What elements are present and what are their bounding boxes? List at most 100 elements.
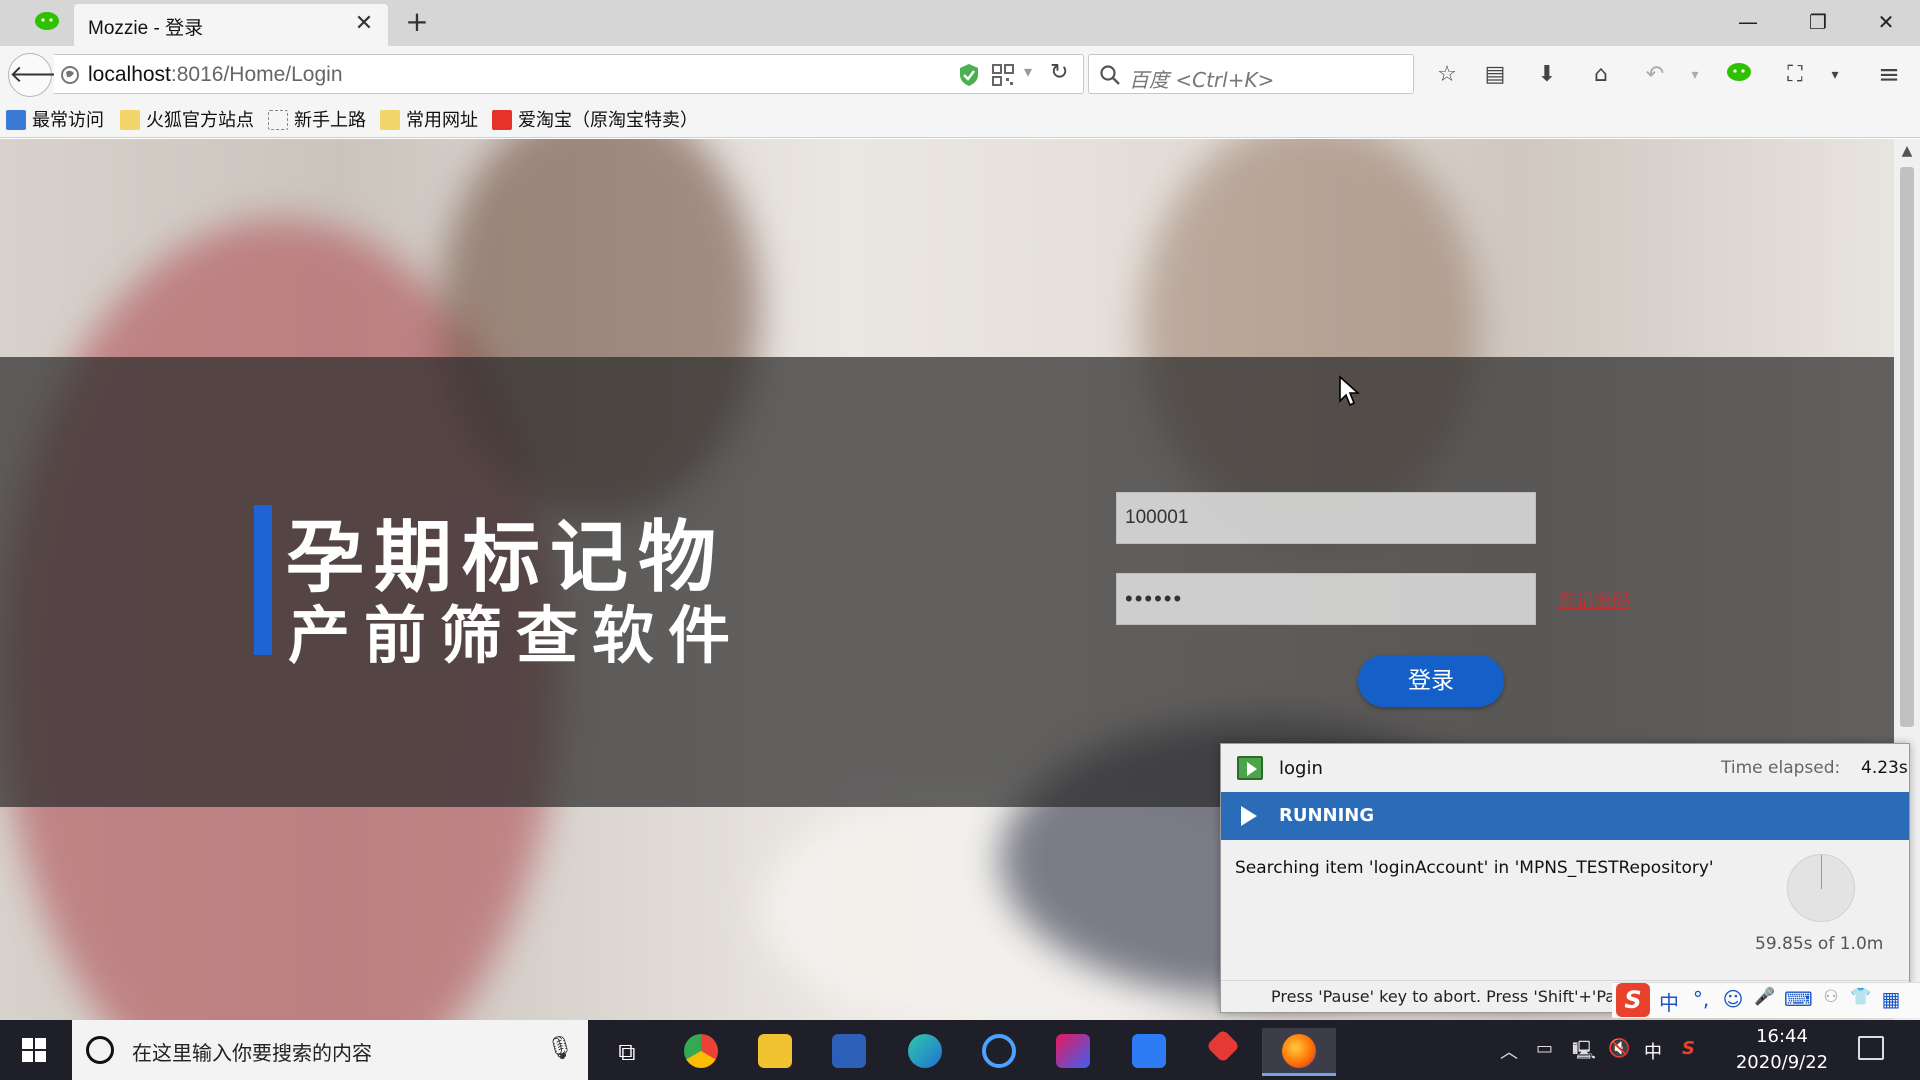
- folder-icon: [380, 110, 400, 130]
- task-view-icon[interactable]: ⧉: [590, 1028, 664, 1076]
- page-icon: [268, 110, 288, 130]
- undo-icon[interactable]: ↶: [1640, 60, 1670, 90]
- ime-emoji-icon[interactable]: ☺: [1720, 987, 1746, 1011]
- download-icon[interactable]: ⬇: [1532, 60, 1562, 90]
- file-explorer-icon[interactable]: [738, 1028, 812, 1076]
- login-band: [0, 357, 1894, 807]
- ime-punct-icon[interactable]: °,: [1688, 987, 1714, 1011]
- app-subtitle: 产前筛查软件: [288, 599, 745, 672]
- crop-icon[interactable]: ⛶: [1780, 60, 1810, 90]
- tab-title: Mozzie - 登录: [88, 18, 204, 39]
- bookmark-getting-started[interactable]: 新手上路: [268, 109, 366, 133]
- url-host: localhost: [88, 63, 171, 86]
- forgot-password-link[interactable]: 忘记密码: [1558, 587, 1630, 613]
- bookmark-aitaobao[interactable]: 爱淘宝（原淘宝特卖）: [492, 109, 698, 133]
- runner-header: login Time elapsed: 4.23s: [1221, 744, 1909, 792]
- wps-writer-icon[interactable]: [1112, 1028, 1186, 1076]
- scroll-up-icon[interactable]: ▲: [1894, 143, 1920, 163]
- home-icon[interactable]: ⌂: [1586, 60, 1616, 90]
- clock-date[interactable]: 2020/9/22: [1732, 1052, 1832, 1073]
- windows-logo-icon: [22, 1038, 46, 1062]
- ime-toolbox-icon[interactable]: ▦: [1878, 987, 1904, 1011]
- title-accent-bar: [254, 505, 272, 655]
- login-button[interactable]: 登录: [1358, 655, 1504, 707]
- runner-message: Searching item 'loginAccount' in 'MPNS_T…: [1235, 858, 1714, 878]
- cortana-icon: [86, 1036, 114, 1064]
- network-icon[interactable]: 🖳: [1572, 1038, 1596, 1068]
- back-button[interactable]: 🡐: [8, 53, 73, 97]
- minimize-button[interactable]: —: [1726, 6, 1770, 38]
- navigation-bar: 🡐 localhost:8016/Home/Login ▾ ↻ 百度 <Ctrl…: [0, 46, 1920, 102]
- tab-bar: Mozzie - 登录 ✕ + — ❐ ✕: [0, 0, 1920, 46]
- reload-icon[interactable]: ↻: [1050, 60, 1068, 85]
- intellij-icon[interactable]: [1036, 1028, 1110, 1076]
- search-bar[interactable]: 百度 <Ctrl+K>: [1088, 54, 1414, 94]
- bookmark-common-sites[interactable]: 常用网址: [380, 109, 478, 133]
- url-bar[interactable]: localhost:8016/Home/Login ▾ ↻: [54, 54, 1084, 94]
- ime-user-icon[interactable]: ⚇: [1818, 987, 1844, 1007]
- bookmark-icon: [6, 110, 26, 130]
- menu-icon[interactable]: ≡: [1874, 60, 1904, 90]
- crop-dropdown-icon[interactable]: ▾: [1820, 60, 1850, 90]
- clock-time[interactable]: 16:44: [1738, 1026, 1826, 1047]
- ime-toolbar: S 中 °, ☺ 🎤 ⌨ ⚇ 👕 ▦: [1612, 982, 1920, 1018]
- password-input[interactable]: ••••••: [1116, 573, 1536, 625]
- globe-icon: [61, 66, 79, 84]
- progress-pie: [1787, 854, 1855, 922]
- shield-icon[interactable]: [958, 63, 980, 87]
- tray-expand-icon[interactable]: ︿: [1500, 1038, 1518, 1064]
- powershell-icon[interactable]: [812, 1028, 886, 1076]
- chrome-icon[interactable]: [664, 1028, 738, 1076]
- runner-footer-text: Press 'Pause' key to abort. Press 'Shift…: [1271, 987, 1648, 1006]
- mouse-cursor-icon: [1339, 375, 1360, 407]
- bookmark-star-icon[interactable]: ☆: [1432, 60, 1462, 90]
- qrcode-icon[interactable]: [992, 64, 1014, 86]
- sogou-tray-icon[interactable]: S: [1682, 1038, 1695, 1059]
- wechat-icon[interactable]: [34, 11, 60, 33]
- edge-icon[interactable]: [888, 1028, 962, 1076]
- taskbar-search[interactable]: 在这里输入你要搜索的内容 🎙: [72, 1020, 588, 1080]
- undo-dropdown-icon[interactable]: ▾: [1680, 60, 1710, 90]
- runner-status-bar: RUNNING: [1221, 792, 1909, 840]
- search-icon: [1100, 65, 1120, 85]
- reading-list-icon[interactable]: ▤: [1480, 60, 1510, 90]
- ranorex-spy-icon[interactable]: [962, 1028, 1036, 1076]
- bookmark-firefox-site[interactable]: 火狐官方站点: [120, 109, 254, 133]
- account-input[interactable]: 100001: [1116, 492, 1536, 544]
- volume-muted-icon[interactable]: 🔇: [1608, 1038, 1630, 1059]
- folder-icon: [120, 110, 140, 130]
- taskbar-search-placeholder: 在这里输入你要搜索的内容: [132, 1041, 372, 1065]
- test-case-icon: [1237, 756, 1263, 780]
- search-placeholder: 百度 <Ctrl+K>: [1129, 68, 1275, 92]
- wechat-icon[interactable]: [1726, 62, 1752, 84]
- elapsed-value: 4.23s: [1861, 758, 1908, 778]
- restore-button[interactable]: ❐: [1796, 6, 1840, 38]
- input-language[interactable]: 中: [1644, 1038, 1662, 1064]
- bookmark-most-visited[interactable]: 最常访问: [6, 109, 104, 133]
- ime-keyboard-icon[interactable]: ⌨: [1784, 987, 1813, 1011]
- bookmark-label: 最常访问: [32, 110, 104, 131]
- url-text: localhost:8016/Home/Login: [88, 63, 343, 87]
- ime-voice-icon[interactable]: 🎤: [1752, 987, 1778, 1007]
- microphone-icon[interactable]: 🎙: [546, 1036, 574, 1061]
- test-name: login: [1279, 758, 1323, 779]
- start-button[interactable]: [14, 1034, 54, 1066]
- close-window-button[interactable]: ✕: [1864, 6, 1908, 38]
- ime-skin-icon[interactable]: 👕: [1848, 987, 1874, 1007]
- xmind-icon[interactable]: [1186, 1028, 1260, 1076]
- progress-text: 59.85s of 1.0m: [1755, 934, 1884, 954]
- ime-lang-icon[interactable]: 中: [1656, 987, 1682, 1016]
- bookmark-label: 新手上路: [294, 110, 366, 131]
- new-tab-button[interactable]: +: [402, 8, 432, 38]
- sogou-logo-icon[interactable]: S: [1616, 983, 1650, 1017]
- dropdown-icon[interactable]: ▾: [1024, 62, 1032, 81]
- status-text: RUNNING: [1279, 805, 1375, 826]
- bookmark-label: 火狐官方站点: [146, 110, 254, 131]
- tab-close-icon[interactable]: ✕: [350, 10, 378, 38]
- notification-icon[interactable]: [1858, 1036, 1884, 1060]
- tab-active[interactable]: Mozzie - 登录 ✕: [74, 4, 388, 46]
- bookmark-label: 爱淘宝（原淘宝特卖）: [518, 110, 698, 131]
- battery-icon[interactable]: ▭: [1536, 1038, 1553, 1059]
- firefox-icon[interactable]: [1262, 1028, 1336, 1076]
- scroll-thumb[interactable]: [1900, 167, 1914, 727]
